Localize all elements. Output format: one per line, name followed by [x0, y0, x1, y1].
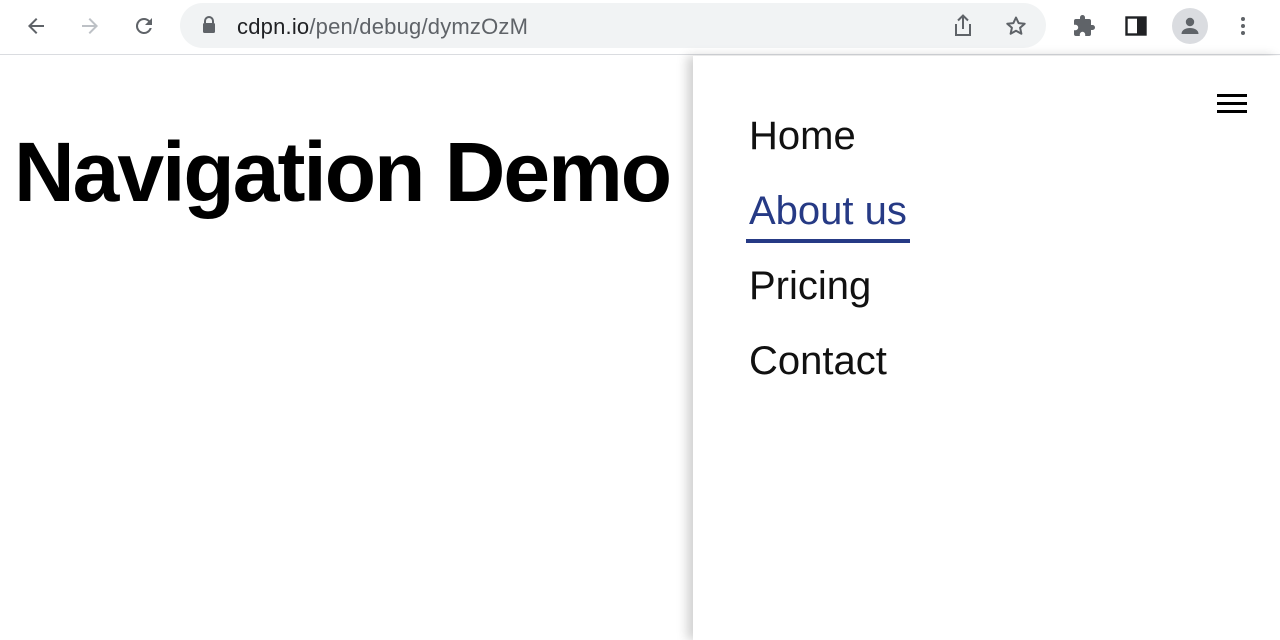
nav-link-home[interactable]: Home	[749, 110, 856, 162]
nav-drawer: Home About us Pricing Contact	[693, 56, 1280, 640]
hamburger-menu-icon[interactable]	[1215, 92, 1249, 116]
nav-item-contact: Contact	[749, 335, 907, 410]
lock-icon	[203, 16, 215, 33]
forward-button[interactable]	[72, 8, 108, 44]
address-bar[interactable]: cdpn.io/pen/debug/dymzOzM	[180, 3, 1046, 48]
nav-list: Home About us Pricing Contact	[746, 110, 910, 410]
profile-button[interactable]	[1172, 8, 1208, 44]
url-text: cdpn.io/pen/debug/dymzOzM	[237, 14, 528, 40]
profile-icon	[1181, 17, 1199, 34]
forward-arrow-icon	[82, 18, 98, 34]
browser-toolbar: cdpn.io/pen/debug/dymzOzM	[0, 0, 1280, 55]
star-icon	[1006, 16, 1026, 35]
url-host: cdpn.io	[237, 14, 310, 39]
nav-item-home: Home	[749, 110, 907, 185]
side-panel-button[interactable]	[1118, 8, 1154, 44]
extensions-icon	[1074, 15, 1095, 36]
back-arrow-icon	[28, 18, 44, 34]
page-title: Navigation Demo	[14, 125, 672, 219]
nav-item-pricing: Pricing	[749, 260, 907, 335]
reload-icon	[135, 17, 152, 34]
share-icon	[955, 14, 971, 36]
nav-link-pricing[interactable]: Pricing	[749, 260, 871, 312]
bookmark-button[interactable]	[1000, 10, 1032, 42]
share-button[interactable]	[947, 10, 979, 42]
back-button[interactable]	[18, 8, 54, 44]
reload-button[interactable]	[126, 8, 162, 44]
nav-link-contact[interactable]: Contact	[749, 335, 887, 387]
nav-link-about-us[interactable]: About us	[746, 185, 910, 243]
menu-dots-icon	[1241, 17, 1245, 35]
browser-menu-button[interactable]	[1225, 8, 1261, 44]
side-panel-icon	[1125, 16, 1147, 36]
nav-item-about-us: About us	[746, 185, 910, 260]
url-path: /pen/debug/dymzOzM	[309, 14, 529, 39]
extensions-button[interactable]	[1066, 8, 1102, 44]
page-content: Navigation Demo Home About us Pricing Co…	[0, 56, 1280, 640]
